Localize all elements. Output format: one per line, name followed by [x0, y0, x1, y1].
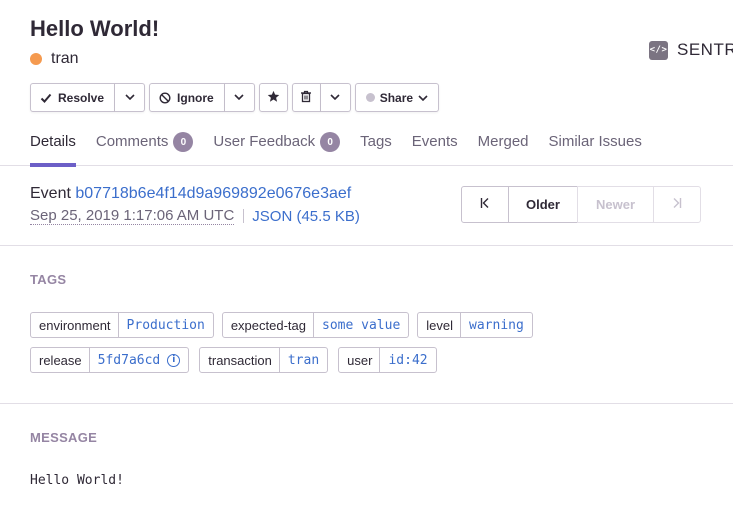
json-link[interactable]: JSON (45.5 KB)	[252, 208, 360, 225]
older-label: Older	[526, 197, 560, 212]
tag-key: level	[418, 313, 462, 337]
tag-value[interactable]: warning	[461, 313, 532, 337]
message-body: Hello World!	[30, 473, 124, 488]
resolve-button[interactable]: Resolve	[30, 83, 116, 112]
tab-label: Details	[30, 133, 76, 150]
ignore-group: Ignore	[149, 83, 255, 112]
tag-key: expected-tag	[223, 313, 314, 337]
tab-label: User Feedback	[213, 133, 316, 150]
tag-key: user	[339, 348, 381, 372]
project-badge[interactable]: </> SENTRY	[649, 40, 733, 60]
resolve-label: Resolve	[58, 90, 105, 105]
issue-tabs: Details Comments 0 User Feedback 0 Tags …	[30, 130, 662, 167]
culprit-text: tran	[51, 50, 79, 67]
event-label: Event	[30, 185, 71, 202]
tag-value[interactable]: Production	[119, 313, 213, 337]
section-divider	[0, 403, 733, 404]
comments-count-badge: 0	[173, 132, 194, 152]
level-indicator-dot	[30, 53, 42, 65]
tag-pill[interactable]: user id:42	[338, 347, 437, 373]
tag-key: environment	[31, 313, 119, 337]
event-toolbar: Event b07718b6e4f14d9a969892e0676e3aef S…	[0, 166, 733, 246]
issue-header: Hello World! tran </> SENTRY Resolve	[0, 0, 733, 167]
tag-key: transaction	[200, 348, 280, 372]
tab-label: Events	[411, 133, 458, 150]
chevron-down-icon	[234, 92, 244, 103]
tag-pill[interactable]: expected-tag some value	[221, 312, 410, 338]
ignore-button[interactable]: Ignore	[149, 83, 225, 112]
ignore-label: Ignore	[177, 90, 214, 105]
bookmark-button[interactable]	[258, 83, 288, 112]
tag-value[interactable]: tran	[280, 348, 327, 372]
project-name: SENTRY	[677, 40, 733, 59]
tag-pill[interactable]: transaction tran	[199, 347, 329, 373]
tab-tags[interactable]: Tags	[360, 130, 392, 166]
resolve-dropdown-button[interactable]	[115, 83, 146, 112]
delete-dropdown-button[interactable]	[320, 83, 351, 112]
tag-value[interactable]: id:42	[380, 348, 435, 372]
tab-merged[interactable]: Merged	[478, 130, 529, 166]
meta-separator	[243, 209, 245, 223]
tab-comments[interactable]: Comments 0	[96, 130, 194, 166]
event-heading: Event b07718b6e4f14d9a969892e0676e3aef	[30, 185, 351, 203]
tab-label: Merged	[477, 133, 529, 150]
newer-event-button[interactable]: Newer	[577, 186, 654, 223]
event-pager: Older Newer	[461, 186, 701, 223]
tag-pill[interactable]: level warning	[417, 312, 533, 338]
newer-label: Newer	[595, 197, 636, 212]
event-id-link[interactable]: b07718b6e4f14d9a969892e0676e3aef	[75, 185, 351, 202]
tag-value: 5fd7a6cd	[97, 352, 161, 368]
issue-culprit: tran	[30, 50, 79, 68]
event-meta: Sep 25, 2019 1:17:06 AM UTC JSON (45.5 K…	[30, 207, 360, 225]
code-icon: </>	[649, 40, 668, 60]
tab-user-feedback[interactable]: User Feedback 0	[213, 130, 341, 166]
info-icon[interactable]: i	[167, 353, 181, 367]
tab-label: Tags	[360, 133, 392, 150]
trash-icon	[300, 90, 312, 106]
delete-button[interactable]	[291, 83, 321, 112]
resolve-group: Resolve	[30, 83, 146, 112]
chevron-down-icon	[418, 94, 428, 101]
tab-label: Comments	[95, 133, 169, 150]
first-event-button[interactable]	[461, 186, 509, 223]
checkmark-icon	[40, 92, 52, 104]
message-section-title: MESSAGE	[30, 430, 98, 445]
share-label: Share	[379, 90, 414, 105]
last-event-button[interactable]	[653, 186, 701, 223]
tab-similar-issues[interactable]: Similar Issues	[549, 130, 642, 166]
tag-value-release[interactable]: 5fd7a6cd i	[90, 348, 189, 372]
first-page-icon	[480, 197, 490, 212]
last-page-icon	[672, 197, 682, 212]
star-icon	[267, 90, 280, 106]
tab-label: Similar Issues	[548, 133, 642, 150]
event-date: Sep 25, 2019 1:17:06 AM UTC	[30, 207, 235, 225]
tags-list: environment Production expected-tag some…	[30, 312, 570, 382]
tab-details[interactable]: Details	[30, 130, 76, 167]
ignore-icon	[159, 91, 171, 104]
tag-key: release	[31, 348, 90, 372]
chevron-down-icon	[330, 92, 340, 103]
share-status-dot	[365, 93, 375, 102]
feedback-count-badge: 0	[320, 132, 341, 152]
tag-pill[interactable]: release 5fd7a6cd i	[30, 347, 190, 373]
tag-value[interactable]: some value	[314, 313, 408, 337]
chevron-down-icon	[124, 92, 135, 103]
share-button[interactable]: Share	[354, 83, 440, 112]
tab-events[interactable]: Events	[412, 130, 458, 166]
tag-pill[interactable]: environment Production	[30, 312, 214, 338]
delete-group	[291, 83, 351, 112]
issue-actions: Resolve Ignore Share	[30, 83, 440, 112]
issue-title: Hello World!	[30, 16, 160, 41]
tags-section-title: TAGS	[30, 272, 67, 287]
ignore-dropdown-button[interactable]	[224, 83, 255, 112]
older-event-button[interactable]: Older	[508, 186, 578, 223]
